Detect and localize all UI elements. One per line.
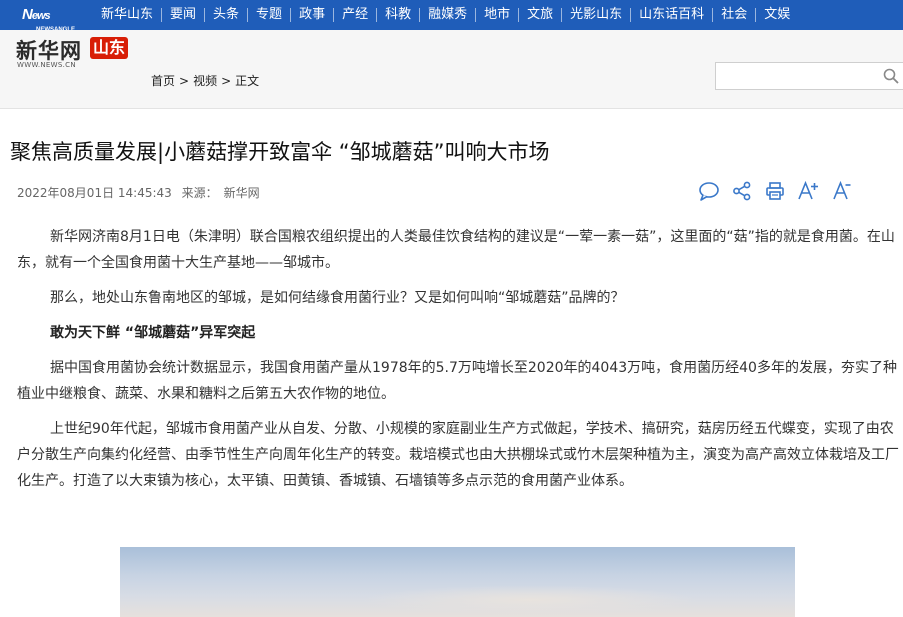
comment-button[interactable]: [697, 179, 721, 203]
nav-item-yaowen[interactable]: 要闻: [161, 8, 204, 22]
top-nav-bar: NewsNEWSANGLE 新华山东 要闻 头条 专题 政事 产经 科教 融媒秀…: [0, 0, 903, 33]
article-title: 聚焦高质量发展|小蘑菇撑开致富伞 “邹城蘑菇”叫响大市场: [10, 140, 550, 164]
breadcrumb-separator: >: [179, 74, 190, 88]
nav-item-wenyu[interactable]: 文娱: [755, 8, 798, 22]
share-button[interactable]: [730, 179, 754, 203]
print-icon: [766, 182, 784, 200]
search-button[interactable]: [878, 63, 903, 89]
top-nav: 新华山东 要闻 头条 专题 政事 产经 科教 融媒秀 地市 文旅 光影山东 山东…: [93, 0, 798, 30]
breadcrumb-separator: >: [221, 74, 232, 88]
brand-region-badge: 山东: [90, 37, 129, 59]
font-smaller-icon: [833, 181, 851, 200]
nav-item-wenlv[interactable]: 文旅: [518, 8, 561, 22]
share-icon: [733, 181, 751, 201]
image-sky-haze: [360, 585, 700, 615]
article-paragraph: 据中国食用菌协会统计数据显示，我国食用菌产量从1978年的5.7万吨增长至202…: [17, 360, 897, 402]
nav-item-zhengshi[interactable]: 政事: [290, 8, 333, 22]
nav-item-chanjing[interactable]: 产经: [333, 8, 376, 22]
site-logo[interactable]: NewsNEWSANGLE: [22, 4, 82, 33]
article-toolbar: [697, 178, 862, 204]
article-subheading: 敢为天下鲜 “邹城蘑菇”异军突起: [50, 325, 256, 341]
article-meta: 2022年08月01日 14:45:43 来源： 新华网: [17, 184, 266, 201]
breadcrumb-home[interactable]: 首页: [151, 74, 175, 88]
search-input[interactable]: [716, 63, 876, 89]
nav-item-xinhua-shandong[interactable]: 新华山东: [93, 8, 161, 22]
brand-url: WWW.NEWS.CN: [17, 61, 76, 69]
font-smaller-button[interactable]: [829, 179, 853, 203]
article-body: 新华网济南8月1日电（朱津明）联合国粮农组织提出的人类最佳饮食结构的建议是“一荤…: [17, 224, 901, 503]
article-paragraph: 上世纪90年代起，邹城市食用菌产业从自发、分散、小规模的家庭副业生产方式做起，学…: [17, 421, 899, 489]
font-larger-button[interactable]: [796, 179, 820, 203]
search-icon: [883, 68, 899, 84]
font-larger-icon: [798, 181, 818, 200]
breadcrumb-video[interactable]: 视频: [193, 74, 217, 88]
nav-item-rongmeixiu[interactable]: 融媒秀: [419, 8, 475, 22]
nav-item-shehui[interactable]: 社会: [712, 8, 755, 22]
nav-item-toutiao[interactable]: 头条: [204, 8, 247, 22]
nav-item-shandong-baike[interactable]: 山东话百科: [630, 8, 712, 22]
article-paragraph: 新华网济南8月1日电（朱津明）联合国粮农组织提出的人类最佳饮食结构的建议是“一荤…: [17, 229, 895, 271]
nav-item-zhuanti[interactable]: 专题: [247, 8, 290, 22]
article-datetime: 2022年08月01日 14:45:43: [17, 186, 172, 200]
source-label: 来源：: [181, 186, 218, 200]
nav-item-dishi[interactable]: 地市: [475, 8, 518, 22]
article-source: 新华网: [223, 186, 260, 200]
search-box: [715, 62, 903, 90]
breadcrumb-current: 正文: [235, 74, 260, 88]
nav-item-guangying-shandong[interactable]: 光影山东: [561, 8, 630, 22]
breadcrumb: 首页 > 视频 > 正文: [151, 72, 259, 89]
comment-icon: [699, 182, 719, 201]
article-paragraph: 那么，地处山东鲁南地区的邹城，是如何结缘食用菌行业？又是如何叫响“邹城蘑菇”品牌…: [50, 290, 625, 306]
nav-item-kejiao[interactable]: 科教: [376, 8, 419, 22]
print-button[interactable]: [763, 179, 787, 203]
article-image: [120, 547, 795, 617]
